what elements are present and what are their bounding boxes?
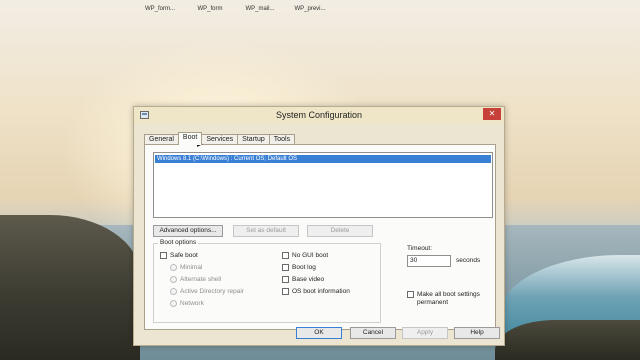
- desktop-file-label: WP_form...: [144, 6, 175, 12]
- radio-dot[interactable]: [170, 300, 177, 307]
- advanced-options-button[interactable]: Advanced options...: [153, 225, 223, 237]
- help-button[interactable]: Help: [454, 327, 500, 339]
- desktop-file-label: WP_form: [197, 6, 223, 12]
- alternate-shell-radio[interactable]: Alternate shell: [170, 276, 221, 283]
- dialog-body: General Boot Services Startup Tools Wind…: [142, 129, 500, 343]
- checkbox-box[interactable]: [160, 252, 167, 259]
- alternate-shell-label: Alternate shell: [180, 276, 222, 283]
- os-boot-information-label: OS boot information: [292, 288, 350, 295]
- desktop-file-label: WP_mail...: [245, 6, 275, 12]
- desktop-icons: WP_form... WP_form WP_mail... WP_previ..…: [140, 6, 330, 12]
- boot-entry-selected[interactable]: Windows 8.1 (C:\Windows) : Current OS; D…: [155, 155, 491, 163]
- safe-boot-label: Safe boot: [170, 252, 198, 259]
- boot-options-group: Boot options Safe boot Minimal Alternate…: [153, 239, 381, 323]
- boot-options-title: Boot options: [158, 239, 199, 246]
- active-directory-repair-radio[interactable]: Active Directory repair: [170, 288, 244, 295]
- timeout-input[interactable]: 30: [407, 255, 451, 267]
- boot-log-label: Boot log: [292, 264, 316, 271]
- seconds-label: seconds: [456, 257, 481, 264]
- make-permanent-checkbox[interactable]: Make all boot settings permanent: [407, 291, 480, 307]
- checkbox-box[interactable]: [282, 276, 289, 283]
- close-button[interactable]: ✕: [483, 108, 501, 120]
- set-as-default-button[interactable]: Set as default: [233, 225, 299, 237]
- no-gui-boot-checkbox[interactable]: No GUI boot: [282, 252, 328, 259]
- base-video-checkbox[interactable]: Base video: [282, 276, 324, 283]
- no-gui-boot-label: No GUI boot: [292, 252, 329, 259]
- os-boot-information-checkbox[interactable]: OS boot information: [282, 288, 350, 295]
- desktop-file-3[interactable]: WP_mail...: [240, 6, 280, 12]
- desktop-file-1[interactable]: WP_form...: [140, 6, 180, 12]
- radio-dot[interactable]: [170, 264, 177, 271]
- checkbox-box[interactable]: [282, 288, 289, 295]
- make-permanent-label-line2: permanent: [417, 299, 449, 306]
- delete-button[interactable]: Delete: [307, 225, 373, 237]
- apply-button[interactable]: Apply: [402, 327, 448, 339]
- minimal-radio[interactable]: Minimal: [170, 264, 202, 271]
- network-label: Network: [180, 300, 204, 307]
- wallpaper-rocks: [0, 215, 140, 360]
- boot-entries-list[interactable]: Windows 8.1 (C:\Windows) : Current OS; D…: [153, 152, 493, 218]
- ok-button[interactable]: OK: [296, 327, 342, 339]
- radio-dot[interactable]: [170, 288, 177, 295]
- base-video-label: Base video: [292, 276, 325, 283]
- network-radio[interactable]: Network: [170, 300, 204, 307]
- system-configuration-dialog: System Configuration ✕ General Boot Serv…: [133, 106, 505, 346]
- checkbox-box[interactable]: [407, 291, 414, 298]
- boot-panel: Windows 8.1 (C:\Windows) : Current OS; D…: [144, 144, 496, 330]
- wallpaper-rocks-right: [495, 320, 640, 360]
- desktop-file-2[interactable]: WP_form: [190, 6, 230, 12]
- radio-dot[interactable]: [170, 276, 177, 283]
- cancel-button[interactable]: Cancel: [350, 327, 396, 339]
- checkbox-box[interactable]: [282, 264, 289, 271]
- desktop-file-label: WP_previ...: [294, 6, 326, 12]
- minimal-label: Minimal: [180, 264, 203, 271]
- timeout-label: Timeout:: [407, 245, 433, 252]
- make-permanent-label: Make all boot settings permanent: [417, 291, 480, 307]
- active-directory-repair-label: Active Directory repair: [180, 288, 244, 295]
- window-title: System Configuration: [275, 110, 363, 120]
- boot-log-checkbox[interactable]: Boot log: [282, 264, 316, 271]
- make-permanent-label-line1: Make all boot settings: [417, 291, 480, 298]
- checkbox-box[interactable]: [282, 252, 289, 259]
- safe-boot-checkbox[interactable]: Safe boot: [160, 252, 198, 259]
- title-bar[interactable]: System Configuration ✕: [134, 107, 504, 124]
- desktop-file-4[interactable]: WP_previ...: [290, 6, 330, 12]
- tab-boot[interactable]: Boot: [177, 132, 203, 145]
